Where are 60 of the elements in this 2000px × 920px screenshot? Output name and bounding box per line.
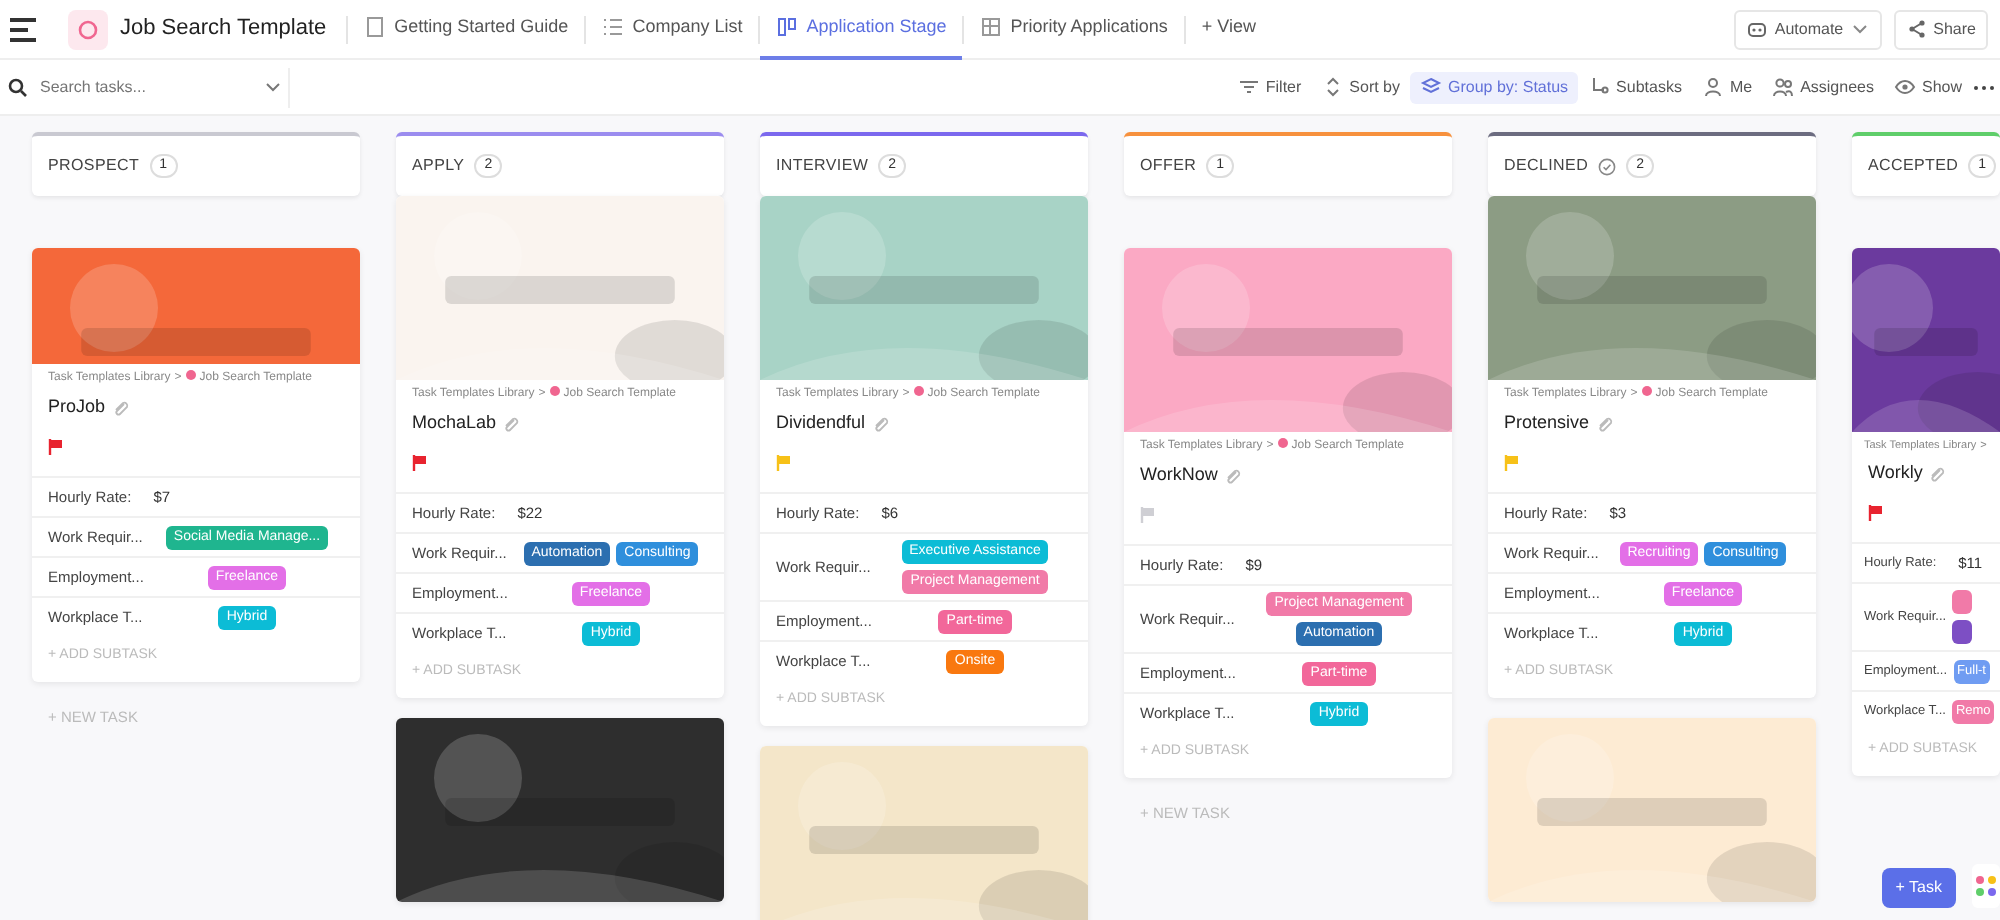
- column-title: APPLY: [412, 154, 465, 178]
- eye-icon: [1893, 76, 1916, 98]
- search-icon: [8, 77, 28, 97]
- task-title[interactable]: MochaLab: [412, 410, 497, 437]
- toolbar-button[interactable]: Filter: [1227, 71, 1312, 103]
- toolbar-button[interactable]: Show: [1883, 71, 1972, 103]
- share-icon: [1905, 18, 1928, 40]
- task-title[interactable]: WorkNow: [1140, 462, 1218, 489]
- list-dot-icon: [1641, 386, 1652, 396]
- task-title[interactable]: Dividendful: [776, 410, 866, 437]
- paperclip-icon: [111, 399, 130, 416]
- layers-icon: [1420, 76, 1442, 98]
- table-icon: [980, 16, 1003, 38]
- task-title[interactable]: Protensive: [1504, 410, 1590, 437]
- toolbar-button[interactable]: Assignees: [1762, 71, 1884, 103]
- toolbar-button[interactable]: Me: [1691, 71, 1763, 103]
- robot-icon: [1746, 18, 1769, 40]
- people-icon: [1772, 76, 1795, 98]
- column-title: DECLINED: [1504, 154, 1589, 178]
- list-dot-icon: [1277, 438, 1288, 448]
- header-action-button[interactable]: Share: [1893, 9, 1988, 49]
- toolbar-button[interactable]: Group by: Status: [1410, 71, 1579, 103]
- task-title[interactable]: ProJob: [48, 394, 106, 421]
- column-title: PROSPECT: [48, 154, 140, 178]
- paperclip-icon: [1928, 466, 1947, 482]
- view-tab[interactable]: Getting Started Guide: [348, 0, 585, 59]
- view-tab[interactable]: Priority Applications: [964, 0, 1184, 59]
- column-title: INTERVIEW: [776, 154, 869, 178]
- toolbar-button[interactable]: Subtasks: [1578, 71, 1692, 103]
- view-tab[interactable]: Company List: [586, 0, 759, 59]
- column-title: ACCEPTED: [1868, 154, 1959, 178]
- subtasks-icon: [1588, 76, 1611, 98]
- tag[interactable]: [1952, 590, 1973, 615]
- add-view-button[interactable]: + View: [1185, 0, 1272, 59]
- list-dot-icon: [549, 386, 560, 396]
- search-field[interactable]: Search tasks...: [36, 73, 256, 101]
- list-icon: [602, 16, 625, 38]
- check-circle-icon: [1598, 157, 1617, 175]
- doc-icon: [364, 16, 387, 38]
- toolbar-button[interactable]: Sort by: [1311, 71, 1410, 103]
- sort-icon: [1321, 76, 1344, 98]
- paperclip-icon: [1595, 415, 1614, 432]
- chevron-down-icon: [264, 79, 282, 95]
- apps-icon[interactable]: [1972, 864, 2000, 908]
- person-icon: [1701, 76, 1724, 98]
- list-dot-icon: [185, 370, 196, 380]
- paperclip-icon: [502, 415, 521, 432]
- paperclip-icon: [1223, 467, 1242, 484]
- task-title[interactable]: Workly: [1868, 460, 1923, 488]
- circle-logo-icon: [78, 19, 98, 39]
- paperclip-icon: [871, 415, 890, 432]
- tag[interactable]: [1952, 620, 1973, 645]
- view-tab[interactable]: Application Stage: [760, 0, 963, 59]
- add-task-button[interactable]: + Task: [1881, 868, 1956, 908]
- board-icon: [776, 16, 799, 38]
- column-title: OFFER: [1140, 154, 1197, 178]
- filter-icon: [1237, 76, 1260, 98]
- space-title: Job Search Template: [120, 14, 327, 45]
- header-action-button[interactable]: Automate: [1734, 9, 1882, 49]
- list-dot-icon: [913, 386, 924, 396]
